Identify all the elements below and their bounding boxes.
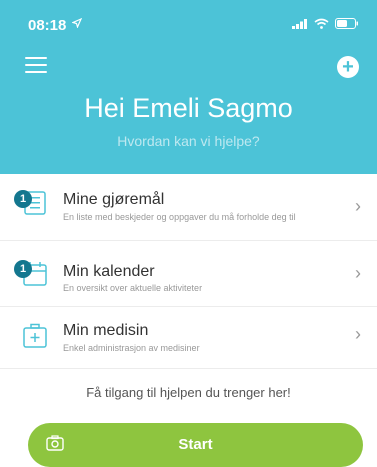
chevron-right-icon: › — [355, 263, 361, 283]
wifi-icon — [314, 18, 329, 29]
item-description: Enkel administrasjon av medisiner — [63, 343, 200, 353]
badge: 1 — [14, 190, 32, 208]
start-button[interactable]: Start — [28, 423, 363, 467]
location-arrow-icon — [72, 18, 82, 28]
subtitle: Hvordan kan vi hjelpe? — [117, 133, 260, 149]
list-item-medicine[interactable]: Min medisin Enkel administrasjon av medi… — [0, 308, 377, 369]
start-label: Start — [178, 436, 213, 453]
status-icons — [292, 18, 359, 29]
add-button[interactable]: + — [337, 56, 359, 78]
badge: 1 — [14, 260, 32, 278]
item-title: Min medisin — [63, 322, 149, 339]
header: 08:18 + Hei Emeli Sagmo Hvordan kan vi h… — [0, 0, 377, 174]
item-title: Min kalender — [63, 263, 155, 280]
battery-icon — [335, 18, 358, 29]
signal-icon — [292, 18, 307, 29]
item-description: En liste med beskjeder og oppgaver du må… — [63, 212, 296, 222]
greeting: Hei Emeli Sagmo — [84, 93, 293, 123]
menu-icon[interactable] — [25, 57, 47, 73]
list-item-calendar[interactable]: 1 Min kalender En oversikt over aktuelle… — [0, 246, 377, 307]
chevron-right-icon: › — [355, 196, 361, 216]
item-description: En oversikt over aktuelle aktiviteter — [63, 283, 203, 293]
medicine-box-icon — [23, 323, 47, 348]
chevron-right-icon: › — [355, 324, 361, 344]
list-item-tasks[interactable]: 1 Mine gjøremål En liste med beskjeder o… — [0, 180, 377, 241]
item-title: Mine gjøremål — [63, 191, 165, 208]
status-time: 08:18 — [28, 17, 67, 34]
access-text: Få tilgang til hjelpen du trenger her! — [86, 385, 291, 400]
